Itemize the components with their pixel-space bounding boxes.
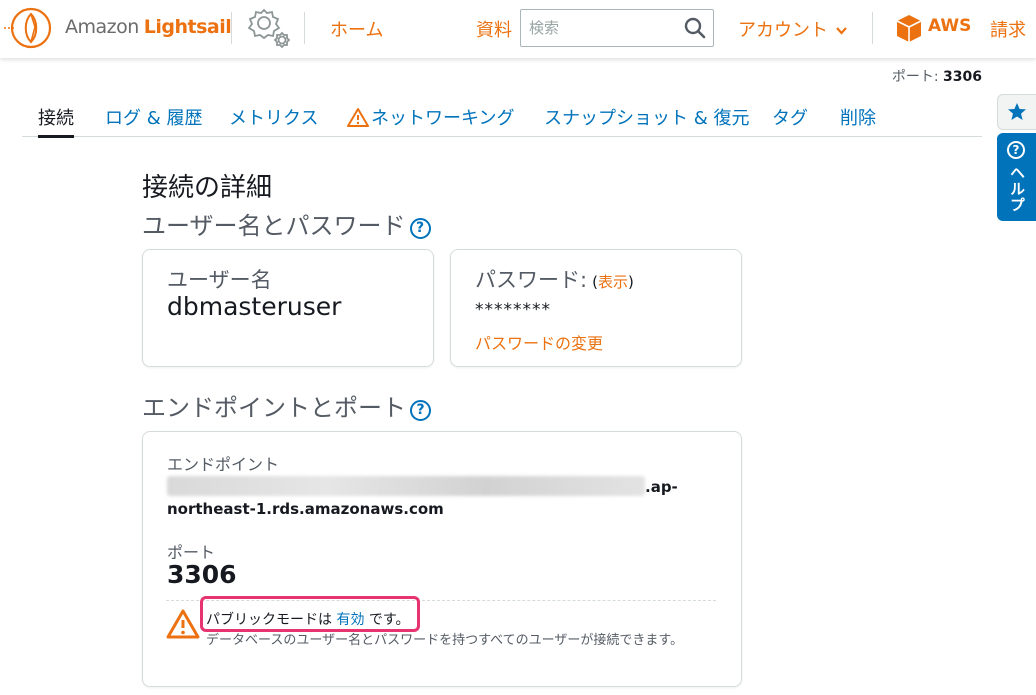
billing-link[interactable]: 請求 [990,16,1026,42]
account-menu[interactable]: アカウント [738,16,847,42]
endpoint-label: エンドポイント [167,455,280,474]
search-input[interactable] [529,11,679,45]
username-card: ユーザー名 dbmasteruser [142,249,434,367]
divider [872,12,873,44]
tab-networking[interactable]: ネットワーキング [347,104,514,130]
port-summary: ポート: 3306 [892,66,982,86]
endpoint-port-heading: エンドポイントとポート? [142,388,431,423]
password-show-close: ) [628,273,634,291]
tab-logs-history[interactable]: ログ & 履歴 [105,104,202,130]
brand-prefix: Amazon [65,16,139,38]
settings-gear-icon[interactable] [244,4,294,52]
help-tab[interactable]: ? ヘルプ [997,133,1036,221]
highlight-annotation [200,596,420,632]
star-icon [1008,103,1026,120]
tab-bar: 接続 ログ & 履歴 メトリクス ネットワーキング スナップショット & 復元 … [22,96,982,138]
help-icon[interactable]: ? [410,400,431,421]
favorites-tab[interactable] [997,94,1036,130]
search-icon[interactable] [683,16,707,40]
lightsail-logo-icon[interactable] [4,5,54,51]
tab-connect[interactable]: 接続 [38,104,74,138]
username-value: dbmasteruser [167,292,342,321]
username-label: ユーザー名 [167,268,272,292]
change-password-link[interactable]: パスワードの変更 [475,330,603,354]
help-icon[interactable]: ? [409,218,431,239]
warning-triangle-icon [166,609,200,639]
chevron-down-icon [836,27,847,35]
tab-snapshots-restore[interactable]: スナップショット & 復元 [544,104,749,130]
divider [231,12,232,44]
endpoint-suffix-1: .ap- [645,478,678,496]
public-mode-description: データベースのユーザー名とパスワードを持つすべてのユーザーが接続できます。 [206,633,684,648]
credentials-heading-text: ユーザー名とパスワード [142,212,406,240]
password-label: パスワード: [475,268,588,292]
brand-title[interactable]: Amazon Lightsail [65,16,232,38]
tab-metrics[interactable]: メトリクス [229,104,318,130]
endpoint-redacted [167,476,645,496]
help-circle-icon: ? [1007,141,1025,159]
password-masked: ******** [475,300,551,320]
port-summary-value: 3306 [943,69,982,85]
divider [304,12,305,44]
password-card: パスワード: (表示) ******** パスワードの変更 [450,249,742,367]
brand-name: Lightsail [143,16,232,38]
side-panel-tabs: ? ヘルプ [997,94,1036,221]
password-label-row: パスワード: (表示) [475,264,634,294]
port-summary-label: ポート: [891,69,939,85]
credentials-heading: ユーザー名とパスワード? [142,206,431,241]
tab-networking-label: ネットワーキング [371,108,515,129]
search-box [520,9,714,47]
endpoint-port-heading-text: エンドポイントとポート [142,394,406,422]
password-show-link[interactable]: 表示 [598,273,628,291]
warning-icon [347,108,369,127]
tab-tags[interactable]: タグ [772,104,808,130]
account-label: アカウント [738,20,828,41]
endpoint-value-line1[interactable]: .ap- [167,476,678,496]
home-link[interactable]: ホーム [330,16,383,42]
docs-link[interactable]: 資料 [476,16,512,42]
tab-delete[interactable]: 削除 [840,104,876,130]
top-navigation-bar: AmazonLightsail ホーム 資料 アカウント AWS 請求 [0,0,1036,58]
help-tab-label: ヘルプ [1008,165,1026,213]
connection-details-title: 接続の詳細 [142,173,273,203]
aws-cube-icon[interactable] [895,13,923,43]
aws-console-link[interactable]: AWS [928,16,971,36]
endpoint-value-line2[interactable]: northeast-1.rds.amazonaws.com [167,500,444,518]
port-value: 3306 [167,560,237,589]
